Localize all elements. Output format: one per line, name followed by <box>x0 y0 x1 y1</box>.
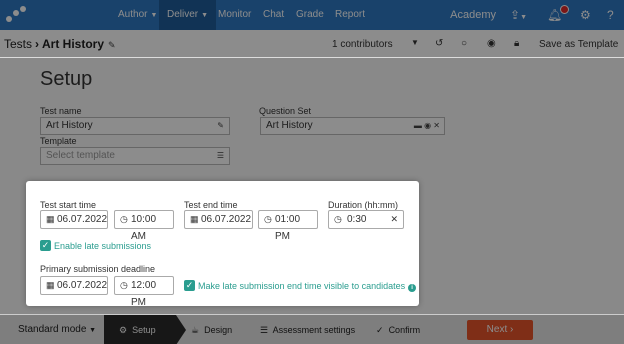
deadline-time-input[interactable]: ◷ 12:00 PM <box>114 276 174 308</box>
clock-icon: ◷ <box>264 214 272 224</box>
deadline-date-input[interactable]: ▦ 06.07.2022 <box>40 276 108 295</box>
deadline-time-value: 12:00 PM <box>131 280 157 308</box>
duration-input[interactable]: ◷ 0:30 ✕ <box>328 210 404 229</box>
end-date-input[interactable]: ▦ 06.07.2022 <box>184 210 253 229</box>
clock-icon: ◷ <box>120 214 128 224</box>
end-time-input[interactable]: ◷ 01:00 PM <box>258 210 318 242</box>
start-date-value: 06.07.2022 <box>57 214 108 225</box>
make-visible-checkbox[interactable]: ✓ <box>184 280 195 291</box>
checkmark-icon: ✓ <box>41 240 50 250</box>
calendar-icon: ▦ <box>46 214 55 224</box>
start-date-input[interactable]: ▦ 06.07.2022 <box>40 210 108 229</box>
end-time-label: Test end time <box>184 200 238 210</box>
info-icon[interactable]: i <box>408 284 417 292</box>
test-toolbar: Tests › Art History ✎ 1 contributors ▼ ↺ ○ … <box>0 30 624 58</box>
duration-value: 0:30 <box>347 214 367 225</box>
top-navigation-bar: Author ▼ Deliver ▼ Monitor Chat Grade Repo… <box>0 0 624 30</box>
start-time-input[interactable]: ◷ 10:00 AM <box>114 210 174 242</box>
late-submissions-checkbox[interactable]: ✓ <box>40 240 51 251</box>
make-visible-label: Make late submission end time visible to… <box>198 281 406 291</box>
late-submissions-label[interactable]: Enable late submissions <box>54 241 151 251</box>
clock-icon: ◷ <box>334 214 342 224</box>
make-visible-option[interactable]: Make late submission end time visible to… <box>198 281 417 292</box>
calendar-icon: ▦ <box>46 280 55 290</box>
calendar-icon: ▦ <box>190 214 199 224</box>
close-icon[interactable]: ✕ <box>390 211 398 228</box>
modal-overlay <box>0 315 624 344</box>
start-time-label: Test start time <box>40 200 97 210</box>
deadline-date-value: 06.07.2022 <box>57 280 108 291</box>
wizard-footer: Standard mode ▼ ⚙ Setup ☕︎ Design ☰ Asse… <box>0 314 624 344</box>
deadline-label: Primary submission deadline <box>40 264 156 274</box>
end-date-value: 06.07.2022 <box>201 214 252 225</box>
duration-label: Duration (hh:mm) <box>328 200 399 210</box>
modal-overlay <box>0 0 624 30</box>
schedule-dialog: Test start time ▦ 06.07.2022 ◷ 10:00 AM Te… <box>26 181 419 308</box>
modal-overlay <box>0 30 624 57</box>
checkmark-icon: ✓ <box>185 280 194 290</box>
clock-icon: ◷ <box>120 280 128 290</box>
start-time-value: 10:00 AM <box>131 214 157 242</box>
end-time-value: 01:00 PM <box>275 214 301 242</box>
